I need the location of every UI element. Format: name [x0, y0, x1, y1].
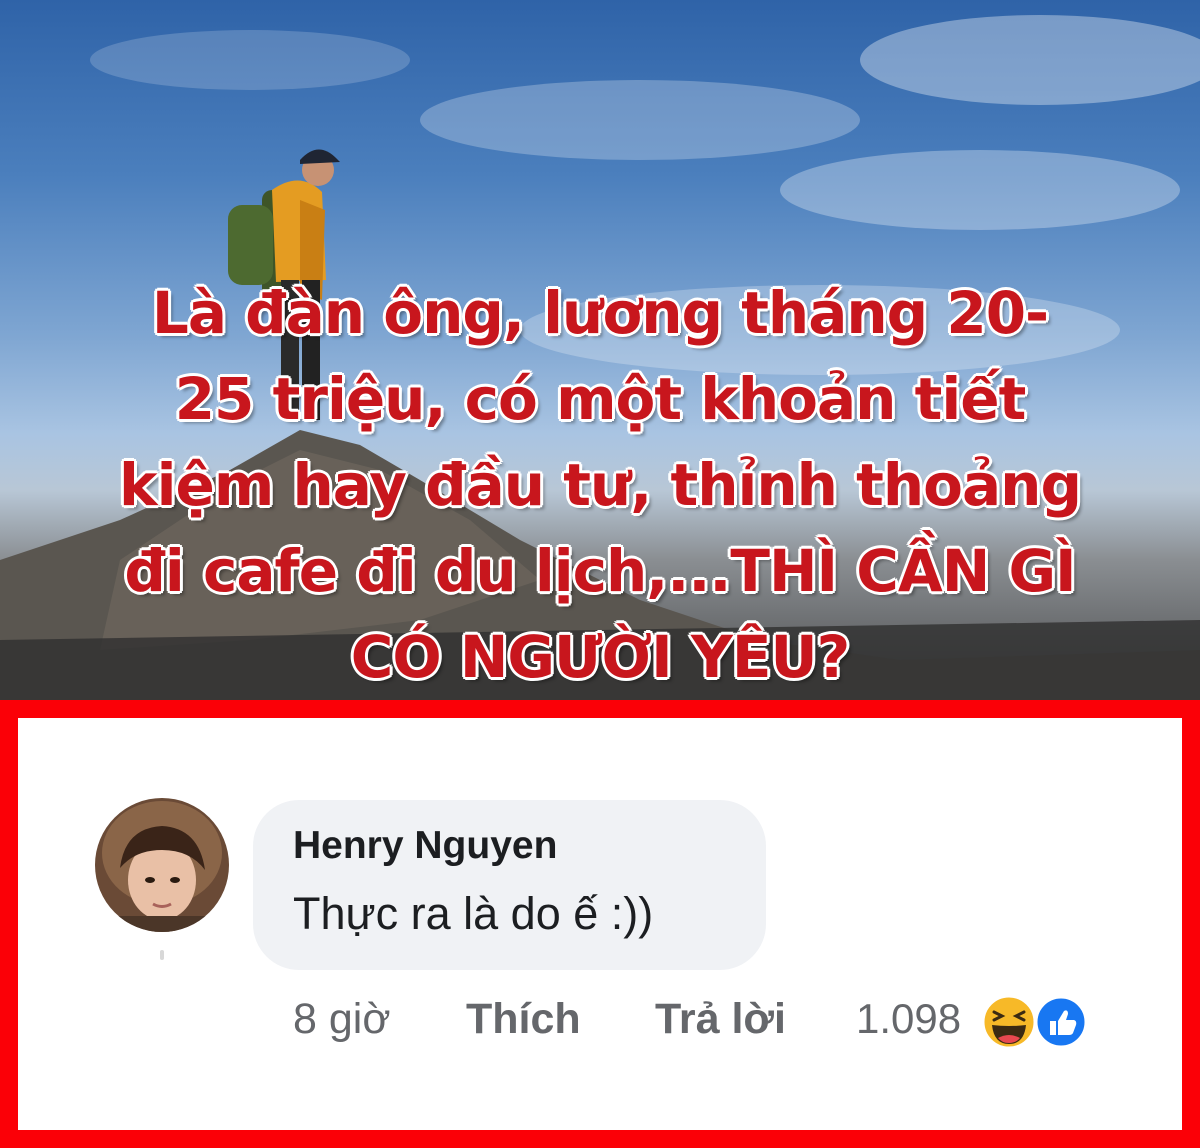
reply-button[interactable]: Trả lời [655, 995, 786, 1044]
like-button[interactable]: Thích [466, 995, 581, 1044]
headline-line: đi cafe đi du lịch,...THÌ CẦN GÌ [124, 537, 1076, 605]
avatar[interactable] [95, 798, 229, 932]
headline-line: 25 triệu, có một khoản tiết [174, 365, 1027, 433]
headline-line: kiệm hay đầu tư, thỉnh thoảng [119, 451, 1082, 519]
post-headline: Là đàn ông, lương tháng 20- 25 triệu, có… [0, 270, 1200, 700]
reaction-icons[interactable] [980, 994, 1090, 1050]
comment-text: Thực ra là do ế :)) [293, 888, 654, 939]
comment-author[interactable]: Henry Nguyen [293, 824, 557, 868]
comment-timestamp[interactable]: 8 giờ [293, 995, 391, 1044]
status-indicator [160, 950, 164, 960]
like-icon [1034, 995, 1088, 1049]
avatar-photo [95, 798, 229, 932]
post-image: Là đàn ông, lương tháng 20- 25 triệu, có… [0, 0, 1200, 700]
haha-icon [981, 994, 1037, 1050]
headline-line: CÓ NGƯỜI YÊU? [350, 623, 850, 691]
headline-line: Là đàn ông, lương tháng 20- [151, 279, 1049, 347]
reaction-count[interactable]: 1.098 [856, 995, 961, 1043]
